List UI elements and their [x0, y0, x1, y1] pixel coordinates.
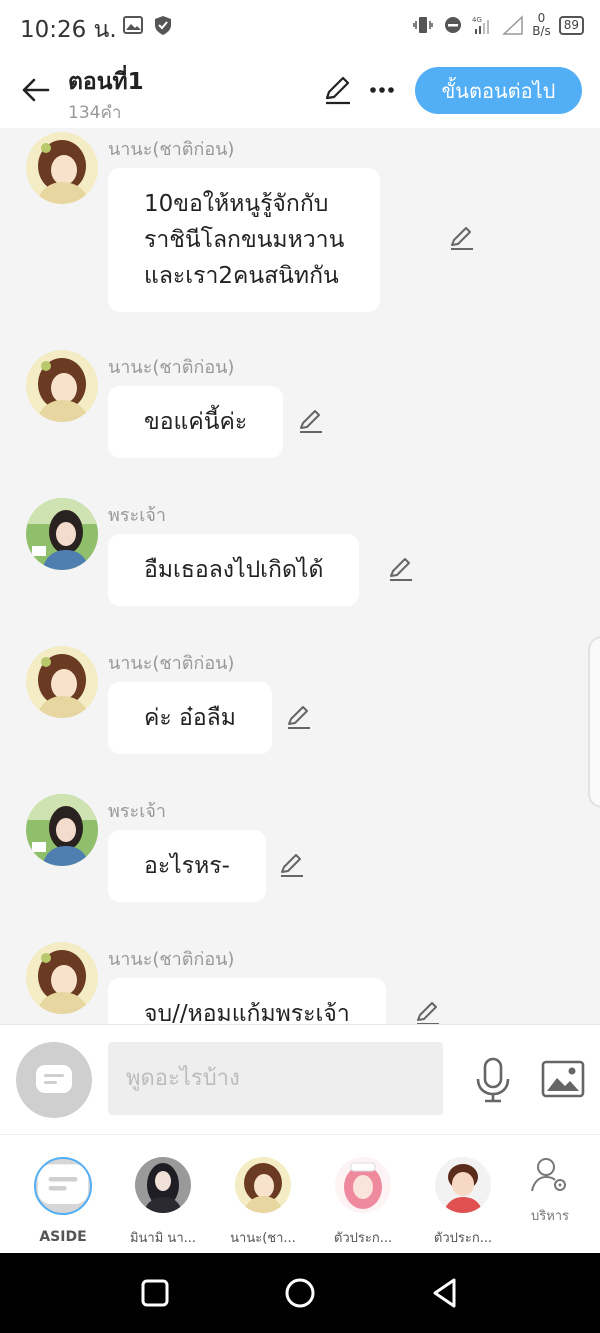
sender-name: นานะ(ชาติก่อน)	[108, 139, 235, 160]
sender-name: นานะ(ชาติก่อน)	[108, 949, 235, 970]
signal-empty-icon	[502, 15, 523, 35]
edit-pencil-icon[interactable]	[285, 703, 313, 731]
side-drawer-handle[interactable]	[588, 636, 600, 808]
character-aside[interactable]: ASIDE	[23, 1157, 103, 1245]
status-time: 10:26 น.	[20, 17, 117, 43]
edit-pencil-icon[interactable]	[278, 851, 306, 879]
header: ตอนที่1 134คำ ขั้นตอนต่อไป	[0, 56, 600, 128]
input-bar	[0, 1024, 600, 1134]
character-item[interactable]: นานะ(ชา...	[223, 1157, 303, 1248]
avatar	[435, 1157, 491, 1213]
avatar	[135, 1157, 191, 1213]
edit-pencil-icon[interactable]	[322, 74, 354, 106]
message-bubble[interactable]: อะไรหร-	[108, 830, 266, 902]
avatar[interactable]	[26, 132, 98, 204]
manage-label: บริหาร	[530, 1209, 570, 1224]
microphone-icon[interactable]	[473, 1057, 513, 1103]
next-step-button[interactable]: ขั้นตอนต่อไป	[415, 67, 582, 114]
chat-bubble-icon	[36, 1065, 72, 1093]
recent-apps-icon[interactable]	[137, 1275, 173, 1311]
god-avatar-image	[26, 498, 98, 570]
message-bubble[interactable]: 10ขอให้หนูรู้จักกับ ราชินีโลกขนมหวาน และ…	[108, 168, 381, 312]
back-icon[interactable]	[427, 1275, 463, 1311]
manage-characters-button[interactable]: บริหาร	[520, 1155, 580, 1226]
character-name: ตัวประก...	[433, 1231, 493, 1246]
message-bubble[interactable]: ค่ะ อ๋อลืม	[108, 682, 272, 754]
vibrate-icon	[413, 17, 433, 33]
sender-name: พระเจ้า	[108, 505, 167, 526]
avatar[interactable]	[26, 794, 98, 866]
word-count: 134คำ	[68, 103, 122, 123]
message-bubble[interactable]: ขอแค่นี้ค่ะ	[108, 386, 284, 458]
gallery-notification-icon	[123, 16, 143, 34]
signal-4g-icon: 4G	[472, 16, 490, 34]
nana-avatar-image	[26, 350, 98, 422]
sender-name: นานะ(ชาติก่อน)	[108, 357, 235, 378]
user-settings-icon	[531, 1158, 566, 1192]
avatar	[235, 1157, 291, 1213]
svg-text:4G: 4G	[472, 16, 482, 24]
avatar[interactable]	[26, 350, 98, 422]
avatar[interactable]	[26, 942, 98, 1014]
nana-avatar-image	[26, 942, 98, 1014]
edit-pencil-icon[interactable]	[414, 999, 442, 1024]
avatar	[335, 1157, 391, 1213]
aside-toggle-button[interactable]	[16, 1042, 92, 1118]
message-bubble[interactable]: อืมเธอลงไปเกิดได้	[108, 534, 360, 606]
sender-name: นานะ(ชาติก่อน)	[108, 653, 235, 674]
character-name: มินามิ นา...	[129, 1231, 197, 1246]
network-speed: 0 B/s	[532, 11, 551, 38]
character-item[interactable]: ตัวประก...	[423, 1157, 503, 1248]
edit-pencil-icon[interactable]	[387, 555, 415, 583]
status-bar: 10:26 น. 4G 0 B/s 89	[0, 0, 600, 56]
character-bar: ASIDE มินามิ นา... นานะ(ชา... ตัวประก...…	[0, 1134, 600, 1253]
character-item[interactable]: มินามิ นา...	[123, 1157, 203, 1248]
message-bubble[interactable]: จบ//หอมแก้มพระเจ้า	[108, 978, 386, 1024]
edit-pencil-icon[interactable]	[297, 407, 325, 435]
aside-avatar	[34, 1157, 92, 1215]
back-arrow-icon[interactable]	[18, 72, 54, 108]
more-options-icon[interactable]	[366, 74, 398, 106]
page-title: ตอนที่1	[68, 69, 144, 95]
system-nav-bar	[0, 1253, 600, 1333]
character-name: ASIDE	[39, 1229, 87, 1245]
image-upload-icon[interactable]	[541, 1059, 585, 1099]
chat-area[interactable]: นานะ(ชาติก่อน) 10ขอให้หนูรู้จักกับ ราชิน…	[0, 128, 600, 1024]
avatar[interactable]	[26, 646, 98, 718]
sender-name: พระเจ้า	[108, 801, 167, 822]
nana-avatar-image	[26, 646, 98, 718]
character-name: ตัวประก...	[333, 1231, 393, 1246]
character-item[interactable]: ตัวประก...	[323, 1157, 403, 1248]
chat-bubble-icon	[37, 1164, 89, 1204]
avatar[interactable]	[26, 498, 98, 570]
character-name: นานะ(ชา...	[230, 1231, 296, 1246]
home-icon[interactable]	[282, 1275, 318, 1311]
shield-icon	[155, 16, 171, 35]
message-input[interactable]	[108, 1042, 443, 1115]
edit-pencil-icon[interactable]	[448, 224, 476, 252]
god-avatar-image	[26, 794, 98, 866]
nana-avatar-image	[26, 132, 98, 204]
do-not-disturb-icon	[445, 17, 462, 33]
battery-indicator: 89	[558, 15, 584, 35]
